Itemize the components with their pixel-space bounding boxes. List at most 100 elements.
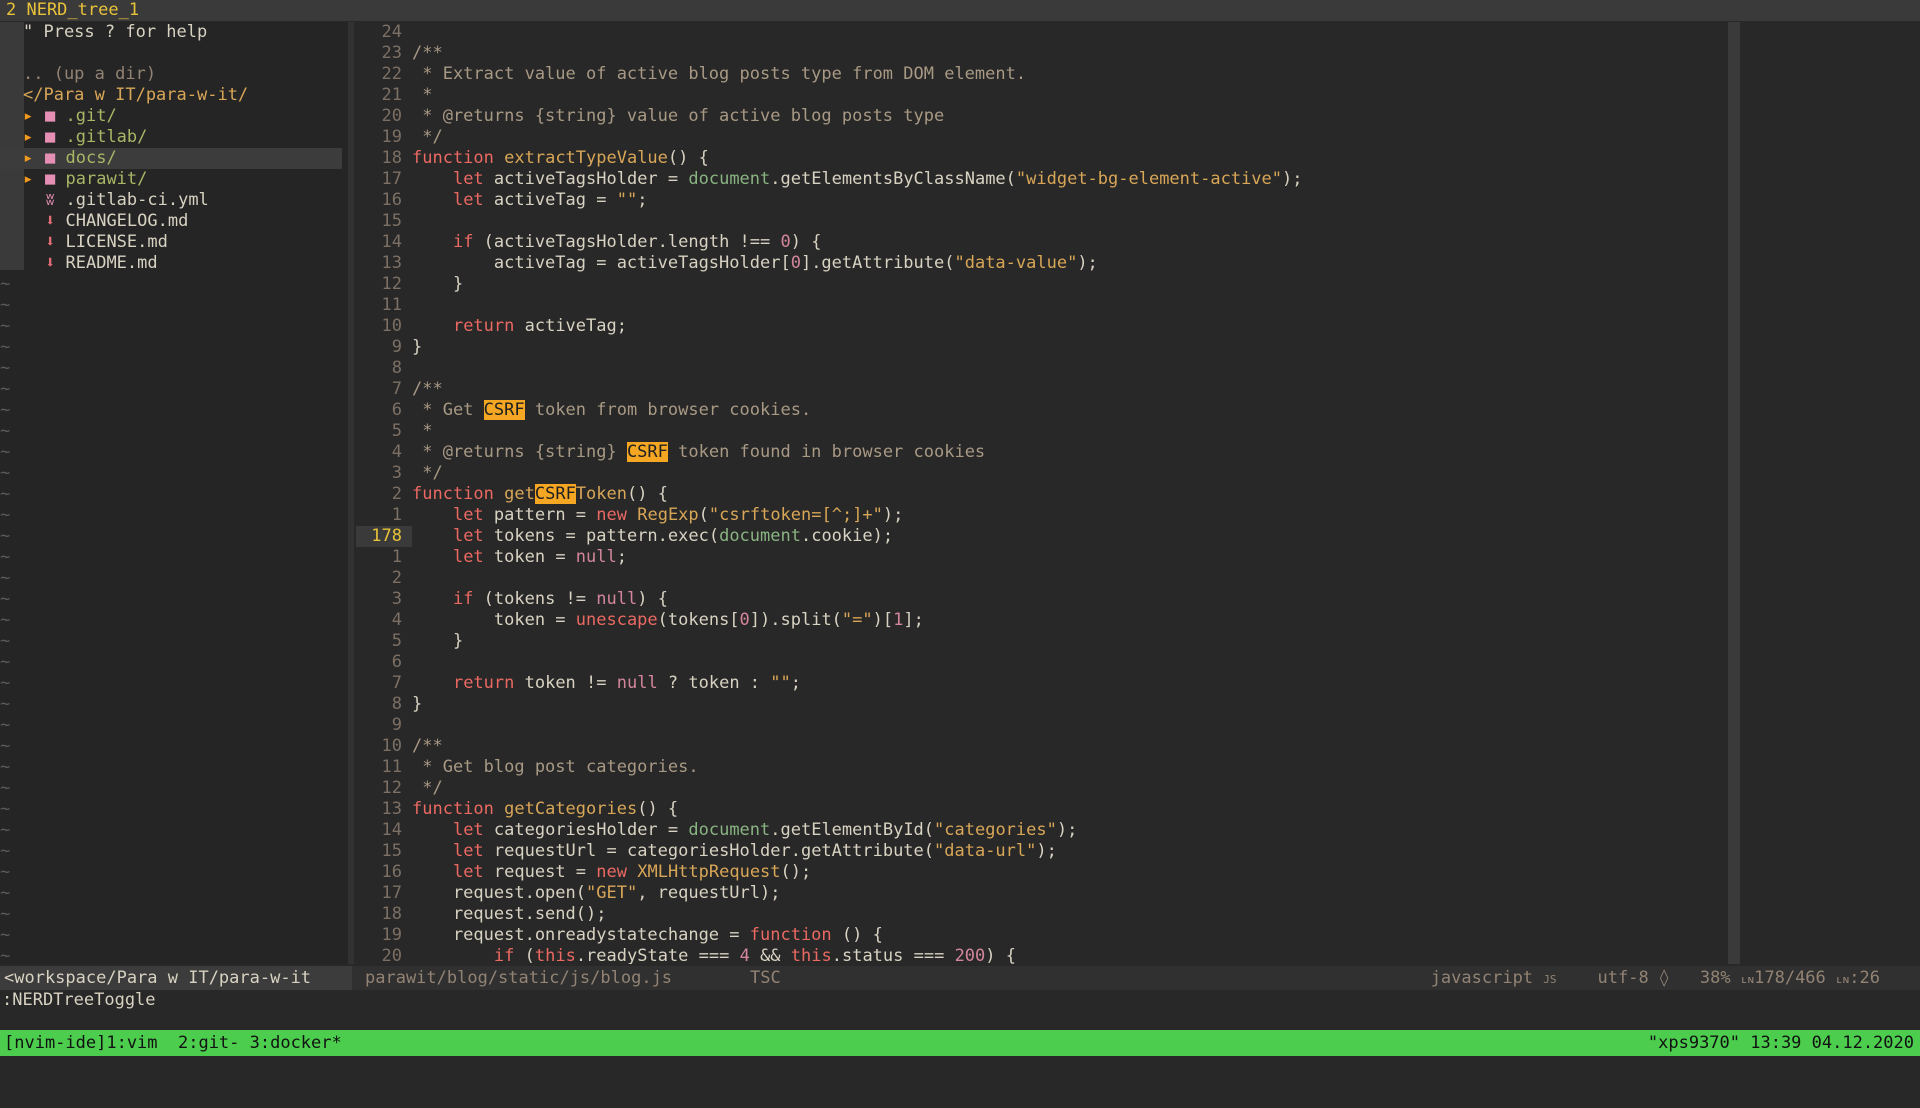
- code-line: 9}: [391, 337, 423, 357]
- code-line: 1 let pattern = new RegExp("csrftoken=[^…: [391, 505, 904, 525]
- code-line: 8}: [391, 694, 423, 714]
- tree-entry-gitlab[interactable]: ▸ ■ .gitlab/: [0, 127, 342, 148]
- collapsed-arrow-icon: ▸: [23, 106, 34, 126]
- statusline-tree-path: <workspace/Para w IT/para-w-it: [0, 966, 352, 990]
- js-icon: JS: [1543, 973, 1557, 986]
- collapsed-arrow-icon: ▸: [23, 169, 34, 189]
- tree-root[interactable]: </Para w IT/para-w-it/: [0, 85, 342, 106]
- empty-line-tilde: ~: [0, 547, 11, 567]
- code-line: 12 */: [381, 778, 443, 798]
- tree-up-dir[interactable]: .. (up a dir): [0, 64, 342, 85]
- statusline-tsc: TSC: [750, 968, 781, 988]
- code-line: 19 request.onreadystatechange = function…: [381, 925, 883, 945]
- tree-entry-license[interactable]: ⬇ LICENSE.md: [0, 232, 342, 253]
- empty-line-tilde: ~: [0, 484, 11, 504]
- code-line: 14 if (activeTagsHolder.length !== 0) {: [381, 232, 822, 252]
- code-line: 21 *: [381, 85, 433, 105]
- linux-tux-icon: ◊: [1658, 968, 1670, 988]
- folder-icon: ■: [45, 106, 56, 126]
- empty-line-tilde: ~: [0, 883, 11, 903]
- code-line: 2 function getCSRFToken() {: [391, 484, 668, 504]
- empty-line-tilde: ~: [0, 925, 11, 945]
- code-line: 20 * @returns {string} value of active b…: [381, 106, 945, 126]
- empty-line-tilde: ~: [0, 610, 11, 630]
- empty-line-tilde: ~: [0, 799, 11, 819]
- code-line: 14 let categoriesHolder = document.getEl…: [381, 820, 1078, 840]
- nerdtree-pane[interactable]: " Press ? for help .. (up a dir) </Para …: [0, 22, 348, 964]
- code-line: 7 return token != null ? token : "";: [391, 673, 802, 693]
- code-line: 23/**: [381, 43, 443, 63]
- empty-line-tilde: ~: [0, 652, 11, 672]
- search-highlight: CSRF: [626, 442, 668, 462]
- code-line: 10 return activeTag;: [381, 316, 627, 336]
- empty-line-tilde: ~: [0, 694, 11, 714]
- empty-line-tilde: ~: [0, 841, 11, 861]
- empty-line-tilde: ~: [0, 421, 11, 441]
- code-line: 24: [381, 22, 402, 42]
- code-line: 3 */: [391, 463, 443, 483]
- line-number-icon: ʟɴ: [1740, 973, 1755, 986]
- code-line: 15 let requestUrl = categoriesHolder.get…: [381, 841, 1057, 861]
- code-line: 5 *: [391, 421, 433, 441]
- code-line: 12 }: [381, 274, 464, 294]
- search-highlight: CSRF: [534, 484, 576, 504]
- empty-line-tilde: ~: [0, 862, 11, 882]
- empty-line-tilde: ~: [0, 442, 11, 462]
- gitlab-icon: ʬ: [45, 190, 56, 210]
- editor-pane[interactable]: 24 23/** 22 * Extract value of active bl…: [356, 22, 1728, 964]
- code-line: 11: [381, 295, 402, 315]
- empty-line-tilde: ~: [0, 463, 11, 483]
- empty-line-tilde: ~: [0, 526, 11, 546]
- tree-entry-readme[interactable]: ⬇ README.md: [0, 253, 342, 274]
- tmux-windows[interactable]: [nvim-ide]1:vim 2:git- 3:docker*: [4, 1030, 342, 1056]
- statusline-right: javascript JS utf-8 ◊ 38% ʟɴ178/466 ʟɴ:2…: [1431, 966, 1880, 992]
- empty-line-tilde: ~: [0, 316, 11, 336]
- tree-entry-parawit[interactable]: ▸ ■ parawit/: [0, 169, 342, 190]
- code-line: 17 let activeTagsHolder = document.getEl…: [381, 169, 1303, 189]
- column-number-icon: ʟɴ: [1836, 973, 1850, 986]
- empty-line-tilde: ~: [0, 400, 11, 420]
- editor-scrollbar[interactable]: [1728, 22, 1740, 964]
- tmux-host-clock: "xps9370" 13:39 04.12.2020: [1647, 1033, 1914, 1053]
- code-line: 16 let activeTag = "";: [381, 190, 648, 210]
- tree-entry-docs[interactable]: ▸ ■ docs/: [0, 148, 342, 169]
- code-line: 13 function getCategories() {: [381, 799, 679, 819]
- empty-line-tilde: ~: [0, 778, 11, 798]
- code-line: 15: [381, 211, 402, 231]
- empty-line-tilde: ~: [0, 757, 11, 777]
- window-separator[interactable]: [348, 22, 354, 964]
- markdown-icon: ⬇: [45, 232, 56, 252]
- search-highlight: CSRF: [483, 400, 525, 420]
- empty-line-tilde: ~: [0, 904, 11, 924]
- code-line: 4 * @returns {string} CSRF token found i…: [391, 442, 986, 462]
- tree-entry-gitlab-ci[interactable]: ʬ .gitlab-ci.yml: [0, 190, 342, 211]
- tab-nerdtree[interactable]: 2 NERD_tree_1: [6, 0, 139, 20]
- empty-line-tilde: ~: [0, 568, 11, 588]
- collapsed-arrow-icon: ▸: [23, 127, 34, 147]
- code-line: 18 function extractTypeValue() {: [381, 148, 709, 168]
- code-line: 7/**: [391, 379, 443, 399]
- code-line: 4 token = unescape(tokens[0]).split("=")…: [391, 610, 924, 630]
- tree-entry-changelog[interactable]: ⬇ CHANGELOG.md: [0, 211, 342, 232]
- code-line: 16 let request = new XMLHttpRequest();: [381, 862, 812, 882]
- empty-line-tilde: ~: [0, 715, 11, 735]
- code-line: 18 request.send();: [381, 904, 607, 924]
- folder-icon: ■: [45, 148, 56, 168]
- tree-help-text: " Press ? for help: [23, 22, 208, 42]
- empty-line-tilde: ~: [0, 673, 11, 693]
- command-line[interactable]: :NERDTreeToggle: [2, 990, 156, 1011]
- tree-blank: [0, 43, 342, 64]
- code-line: 8: [391, 358, 402, 378]
- statusline-position: 178/466: [1754, 968, 1826, 988]
- tree-entry-git[interactable]: ▸ ■ .git/: [0, 106, 342, 127]
- code-line: 20 if (this.readyState === 4 && this.sta…: [381, 946, 1016, 964]
- tmux-status-bar: [nvim-ide]1:vim 2:git- 3:docker* "xps937…: [0, 1030, 1920, 1056]
- markdown-icon: ⬇: [45, 211, 56, 231]
- empty-line-tilde: ~: [0, 820, 11, 840]
- code-line: 2: [391, 568, 402, 588]
- tree-empty-lines: ~ ~ ~ ~ ~ ~ ~ ~ ~ ~ ~ ~ ~ ~ ~ ~ ~ ~ ~ ~ ~ ~ ~ ~ ~ ~ ~ ~ ~ ~ ~ ~ ~: [0, 274, 342, 964]
- statusline-filetype: javascript: [1430, 968, 1534, 988]
- tabline[interactable]: 2 NERD_tree_1: [0, 0, 1920, 21]
- empty-line-tilde: ~: [0, 337, 11, 357]
- empty-line-tilde: ~: [0, 589, 11, 609]
